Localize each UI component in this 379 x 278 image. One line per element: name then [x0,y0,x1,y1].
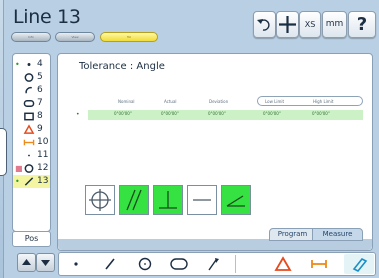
feature-number: 6 [37,85,43,95]
feature-item[interactable]: 7 [13,97,50,110]
measure-toolbar [58,252,376,276]
feature-number: 9 [37,124,43,134]
feature-item[interactable]: 9 [13,123,50,136]
crosshair-button[interactable] [276,11,299,38]
header-nominal: Nominal [118,99,135,104]
feature-number: 13 [37,176,49,186]
angularity-tolerance-button[interactable] [221,185,251,215]
arc-icon [25,86,32,94]
circle-icon [24,73,34,82]
perpendicularity-icon [159,191,177,209]
point-icon [27,63,31,66]
tolerance-panel: Tolerance : Angle Nominal Actual Deviati… [57,53,373,251]
mode-pill-view[interactable]: View [55,32,95,42]
point-tool-icon [74,262,78,266]
distance-tool-button[interactable] [308,255,330,273]
slot-tool-icon [170,258,188,270]
value-nominal: 0°00'00" [114,111,132,116]
header-deviation: Deviation [209,99,229,104]
triangle-tool-icon [274,256,292,271]
parallelism-tolerance-button[interactable] [119,185,149,215]
help-button[interactable]: ? [348,11,376,38]
feature-number: 12 [37,163,49,173]
feature-item[interactable]: • 4 [13,58,50,71]
straightness-icon [193,199,211,201]
rectangle-icon [24,112,34,121]
slot-icon [23,100,35,107]
triangle-icon [23,124,35,134]
angularity-icon [226,195,245,207]
value-high-limit[interactable]: 0°00'00" [312,111,330,116]
pos-button[interactable]: Pos [12,231,51,247]
arrow-up-icon [22,259,31,265]
tolerance-title: Tolerance : Angle [79,61,165,72]
feature-item[interactable]: 6 [13,84,50,97]
position-icon [89,189,111,211]
xs-button[interactable]: XS [299,11,321,38]
value-deviation: 0°00'00" [208,111,226,116]
feature-item[interactable]: 10 [13,136,50,149]
toolbar-divider [235,255,236,273]
header-high-limit[interactable]: High Limit [313,99,333,104]
feature-number: 8 [37,111,43,121]
feature-number: 7 [37,98,43,108]
feature-status-mark: • [15,177,20,186]
circle-tool-icon [138,257,152,271]
slot-tool-button[interactable] [168,255,190,273]
circle-tool-button[interactable] [134,255,156,273]
screen: Line 13 Info View Tol XS mm ? • 4 5 6 7 8 9 10 1… [0,0,379,278]
skew-tool-icon [352,257,368,273]
side-bracket [0,128,7,176]
line-tool-icon [105,258,115,270]
position-tolerance-button[interactable] [85,185,115,215]
tab-measure[interactable]: Measure [312,228,363,241]
straightness-tolerance-button[interactable] [187,185,217,215]
point-tool-button[interactable] [65,255,87,273]
tab-program[interactable]: Program [269,228,316,241]
feature-list[interactable]: • 4 5 6 7 8 9 10 11 ■ 12 • 13 [12,53,51,232]
feature-number: 11 [37,150,49,160]
line-icon [24,177,34,186]
crosshair-icon [279,16,296,33]
skew-tool-button[interactable] [348,255,370,273]
feature-status-mark: ■ [15,164,23,173]
parallelism-icon [126,189,142,211]
header-actual: Actual [164,99,177,104]
mode-pill-tol[interactable]: Tol [100,32,158,42]
value-actual: 0°00'00" [161,111,179,116]
feature-status-mark: • [15,60,20,69]
perpendicularity-tolerance-button[interactable] [153,185,183,215]
feature-item[interactable]: 5 [13,71,50,84]
feature-number: 5 [37,72,43,82]
line-tool-button[interactable] [99,255,121,273]
arrow-down-icon [41,260,50,266]
probe-tool-button[interactable] [202,255,224,273]
feature-item[interactable]: ■ 12 [13,162,50,175]
distance-icon [23,139,35,146]
circle-icon [24,164,34,173]
scroll-up-button[interactable] [17,253,36,272]
feature-title: Line 13 [13,6,81,28]
app-frame: Line 13 Info View Tol XS mm ? • 4 5 6 7 8 9 10 1… [3,0,379,278]
scroll-down-button[interactable] [36,253,55,272]
distance-tool-icon [311,260,327,268]
mode-pill-info[interactable]: Info [11,32,51,42]
dot-icon [28,154,30,157]
feature-number: 10 [37,137,49,147]
feature-number: 4 [37,59,43,69]
probe-tool-icon [208,258,219,271]
undo-button[interactable] [253,11,276,38]
triangle-tool-button[interactable] [272,255,294,273]
feature-item[interactable]: 8 [13,110,50,123]
header-low-limit[interactable]: Low Limit [265,99,284,104]
units-button[interactable]: mm [322,11,347,38]
value-low-limit[interactable]: 0°00'00" [263,111,281,116]
feature-item[interactable]: 11 [13,149,50,162]
row-marker: • [76,111,80,118]
undo-icon [257,19,270,31]
feature-item[interactable]: • 13 [13,175,50,188]
